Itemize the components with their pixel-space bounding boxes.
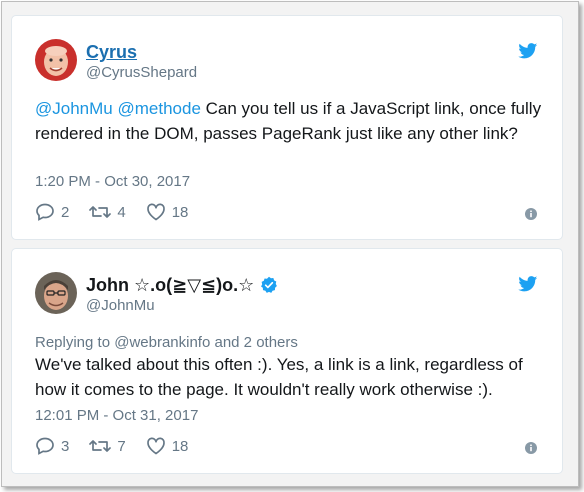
- mention-link[interactable]: @methode: [117, 99, 200, 118]
- screenshot-frame: Cyrus @CyrusShepard @JohnMu @methode Can…: [1, 1, 579, 487]
- reply-icon: [36, 437, 54, 455]
- tweet-text: @JohnMu @methode Can you tell us if a Ja…: [35, 96, 545, 146]
- mention-link[interactable]: @JohnMu: [35, 99, 113, 118]
- tweet-actions: 3 7 18: [35, 437, 208, 455]
- heart-icon: [146, 437, 165, 455]
- replying-to-label[interactable]: Replying to @webrankinfo and 2 others: [35, 334, 298, 351]
- tweet-card[interactable]: John ☆.o(≧▽≦)o.☆ @JohnMu Replying to @we…: [11, 248, 563, 474]
- author-handle[interactable]: @CyrusShepard: [86, 64, 197, 82]
- reply-button[interactable]: 3: [35, 437, 69, 455]
- twitter-bird-icon[interactable]: [518, 43, 538, 59]
- reply-count: 3: [61, 437, 70, 455]
- retweet-icon: [89, 440, 112, 452]
- tweet-timestamp[interactable]: 1:20 PM - Oct 30, 2017: [35, 173, 190, 190]
- like-count: 18: [171, 437, 189, 455]
- tweet-card[interactable]: Cyrus @CyrusShepard @JohnMu @methode Can…: [11, 15, 563, 240]
- tweet-timestamp[interactable]: 12:01 PM - Oct 31, 2017: [35, 407, 198, 424]
- retweet-icon: [89, 206, 112, 218]
- retweet-count: 7: [117, 437, 126, 455]
- author-name-row: John ☆.o(≧▽≦)o.☆: [86, 274, 278, 296]
- like-button[interactable]: 18: [146, 437, 189, 455]
- retweet-button[interactable]: 4: [89, 203, 126, 221]
- tweet-text: We've talked about this often :). Yes, a…: [35, 355, 523, 399]
- retweet-button[interactable]: 7: [89, 437, 126, 455]
- reply-icon: [36, 203, 54, 221]
- like-button[interactable]: 18: [146, 203, 189, 221]
- heart-icon: [146, 203, 165, 221]
- info-icon[interactable]: [525, 442, 537, 454]
- twitter-bird-icon[interactable]: [518, 276, 538, 292]
- like-count: 18: [171, 203, 189, 221]
- reply-button[interactable]: 2: [35, 203, 69, 221]
- author-name[interactable]: Cyrus: [86, 41, 137, 63]
- author-handle[interactable]: @JohnMu: [86, 297, 155, 315]
- tweet-actions: 2 4 18: [35, 203, 208, 221]
- retweet-count: 4: [117, 203, 126, 221]
- author-name-row: Cyrus: [86, 41, 137, 63]
- author-name[interactable]: John ☆.o(≧▽≦)o.☆: [86, 274, 254, 296]
- info-icon[interactable]: [525, 208, 537, 220]
- avatar[interactable]: [35, 39, 77, 81]
- avatar[interactable]: [35, 272, 77, 314]
- reply-count: 2: [61, 203, 70, 221]
- verified-badge-icon: [261, 276, 278, 293]
